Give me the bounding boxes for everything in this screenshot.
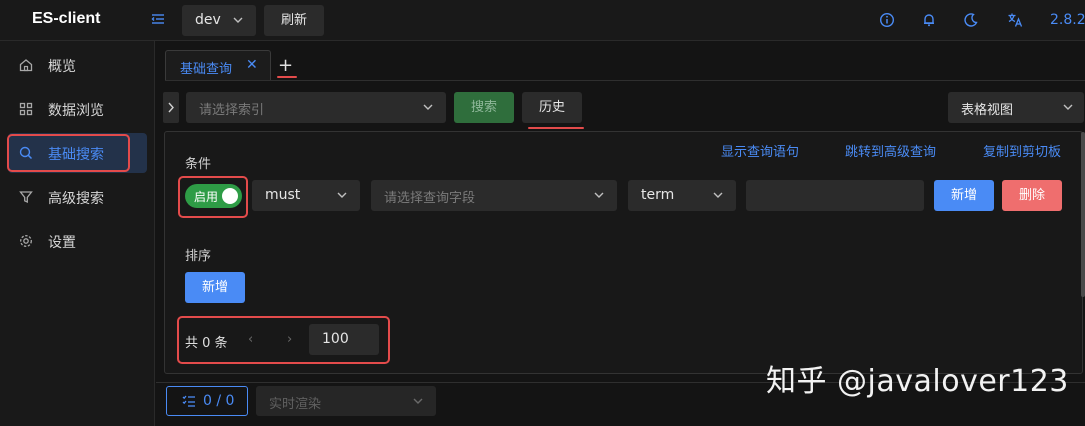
highlight-box [177, 316, 390, 364]
query-field-placeholder: 请选择查询字段 [384, 191, 476, 206]
chevron-down-icon [712, 189, 724, 205]
expand-panel-button[interactable] [163, 92, 179, 123]
add-tab-button[interactable]: + [278, 55, 293, 76]
add-condition-button[interactable]: 新增 [934, 180, 994, 211]
sidebar-item-label: 概览 [48, 59, 76, 75]
tabs-bar [156, 41, 1085, 81]
watermark: 知乎 @javalover123 [766, 364, 1069, 399]
highlight-underline [277, 76, 297, 78]
view-mode-value: 表格视图 [961, 103, 1014, 118]
show-query-link[interactable]: 显示查询语句 [721, 141, 799, 160]
sidebar-item-advanced-search[interactable]: 高级搜索 [8, 177, 147, 217]
moon-icon[interactable] [963, 12, 979, 28]
tab-basic-query[interactable]: 基础查询 ✕ [165, 50, 271, 81]
query-value-input[interactable] [746, 180, 924, 211]
bool-type-value: must [265, 187, 301, 203]
scrollbar[interactable] [1081, 132, 1085, 297]
bool-type-select[interactable]: must [252, 180, 360, 211]
chevron-down-icon [336, 189, 348, 205]
delete-condition-button[interactable]: 删除 [1002, 180, 1062, 211]
highlight-box [7, 134, 130, 172]
tab-label: 基础查询 [180, 62, 233, 77]
query-op-value: term [641, 187, 675, 203]
refresh-button[interactable]: 刷新 [264, 5, 324, 36]
goto-advanced-link[interactable]: 跳转到高级查询 [845, 141, 936, 160]
filter-icon [18, 189, 34, 205]
sidebar-item-settings[interactable]: 设置 [8, 221, 147, 261]
env-select[interactable]: dev [182, 5, 256, 36]
query-field-select[interactable]: 请选择查询字段 [371, 180, 617, 211]
list-check-icon [182, 394, 196, 412]
render-mode-select[interactable]: 实时渲染 [256, 386, 436, 416]
bell-icon[interactable] [921, 12, 937, 28]
grid-icon [18, 101, 34, 117]
sidebar-item-data-browse[interactable]: 数据浏览 [8, 89, 147, 129]
home-icon [18, 57, 34, 73]
highlight-box [178, 176, 248, 218]
highlight-underline [528, 127, 584, 129]
index-placeholder: 请选择索引 [199, 103, 265, 118]
chevron-down-icon [422, 101, 434, 117]
add-sort-button[interactable]: 新增 [185, 272, 245, 303]
sort-title: 排序 [185, 249, 212, 264]
copy-clipboard-link[interactable]: 复制到剪切板 [983, 141, 1061, 160]
query-op-select[interactable]: term [628, 180, 736, 211]
history-button[interactable]: 历史 [522, 92, 582, 123]
version-label: 2.8.2 [1050, 12, 1085, 28]
sidebar-item-label: 数据浏览 [48, 103, 104, 119]
chevron-down-icon [232, 14, 244, 30]
sidebar-item-label: 设置 [48, 235, 76, 251]
chevron-down-icon [593, 189, 605, 205]
env-value: dev [195, 12, 221, 28]
translate-icon[interactable] [1007, 12, 1023, 28]
app-title: ES-client [32, 10, 101, 27]
collapse-menu-icon[interactable] [150, 11, 166, 27]
chevron-down-icon [412, 395, 424, 411]
condition-title: 条件 [185, 157, 212, 172]
render-mode-placeholder: 实时渲染 [269, 397, 322, 412]
tabs-divider [165, 80, 1085, 81]
search-button[interactable]: 搜索 [454, 92, 514, 123]
chevron-down-icon [1062, 101, 1074, 117]
result-count-label: 0 / 0 [203, 393, 235, 409]
result-count-button[interactable]: 0 / 0 [166, 386, 248, 416]
gear-icon [18, 233, 34, 249]
sidebar-item-overview[interactable]: 概览 [8, 45, 147, 85]
sidebar-item-label: 高级搜索 [48, 191, 104, 207]
info-icon[interactable] [879, 12, 895, 28]
close-icon[interactable]: ✕ [246, 57, 258, 73]
view-mode-select[interactable]: 表格视图 [948, 92, 1084, 123]
index-select[interactable]: 请选择索引 [186, 92, 446, 123]
